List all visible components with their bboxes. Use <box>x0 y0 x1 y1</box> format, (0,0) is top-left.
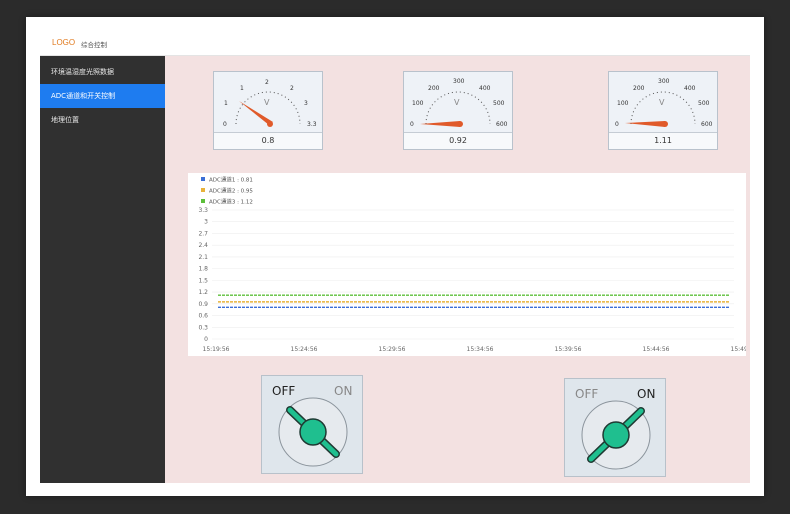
gauge-tick-label: 500 <box>698 100 710 107</box>
gauge-tick-label: 0 <box>410 121 414 128</box>
sidebar-item-environment-data[interactable]: 环境温湿度光照数据 <box>40 60 165 84</box>
sidebar-item-location[interactable]: 地理位置 <box>40 108 165 132</box>
gauge-dial: 0 100 200 300 400 500 600 V <box>410 78 508 128</box>
gauge-needle <box>420 121 460 127</box>
gauge-tick-label: 400 <box>684 85 696 92</box>
gauge-tick-label: 200 <box>633 85 645 92</box>
y-tick-label: 3 <box>204 219 208 226</box>
voltage-gauge-2: 0 100 200 300 400 500 600 V 0.92 <box>403 71 513 150</box>
y-tick-label: 1.8 <box>198 266 208 273</box>
gauge-tick-label: 600 <box>496 121 508 128</box>
legend-swatch <box>201 188 205 192</box>
gauge-tick-label: 3.3 <box>307 121 317 128</box>
y-tick-label: 2.4 <box>198 242 208 249</box>
voltage-gauge-3: 0 100 200 300 400 500 600 V 1.11 <box>608 71 718 150</box>
gauge-tick-label: 0 <box>615 121 619 128</box>
gauge-tick-label: 300 <box>453 78 465 85</box>
gauge-value: 0.92 <box>404 132 512 149</box>
gauge-tick-label: 1 <box>240 85 244 92</box>
logo: LOGO <box>52 38 76 47</box>
gauge-tick-label: 400 <box>479 85 491 92</box>
gauge-value: 1.11 <box>609 132 717 149</box>
switch-2[interactable]: OFF ON <box>564 378 666 477</box>
gauge-tick-label: 2 <box>265 79 269 86</box>
x-tick-label: 15:19:56 <box>203 346 230 353</box>
gauge-dial: 0 1 1 2 2 3 3.3 V <box>223 79 317 128</box>
gauge-tick-label: 1 <box>224 100 228 107</box>
gauge-tick-label: 200 <box>428 85 440 92</box>
legend-entry: ADC通道1 : 0.81 <box>209 176 253 184</box>
sidebar: 环境温湿度光照数据 ADC通道和开关控制 地理位置 <box>40 56 165 483</box>
y-tick-label: 1.2 <box>198 289 208 296</box>
legend-entry: ADC通道2 : 0.95 <box>209 187 253 195</box>
y-tick-label: 0.9 <box>198 301 208 308</box>
gauge-tick-label: 100 <box>617 100 629 107</box>
adc-line-chart: ADC通道1 : 0.81 ADC通道2 : 0.95 ADC通道3 : 1.12 3… <box>188 173 758 356</box>
voltage-gauge-1: 0 1 1 2 2 3 3.3 V 0.8 <box>213 71 323 150</box>
gauge-tick-label: 2 <box>290 85 294 92</box>
gauge-unit: V <box>264 98 270 107</box>
y-tick-label: 0 <box>204 336 208 343</box>
y-tick-label: 0.6 <box>198 313 208 320</box>
gauge-tick-label: 300 <box>658 78 670 85</box>
gauge-unit: V <box>659 98 665 107</box>
y-tick-label: 3.3 <box>198 207 208 214</box>
x-tick-label: 15:39:56 <box>555 346 582 353</box>
page-title: 综合控制 <box>81 41 107 49</box>
legend-swatch <box>201 177 205 181</box>
x-tick-label: 15:29:56 <box>379 346 406 353</box>
x-tick-label: 15:34:56 <box>467 346 494 353</box>
legend-entry: ADC通道3 : 1.12 <box>209 198 253 206</box>
gauge-dial: 0 100 200 300 400 500 600 V <box>615 78 713 128</box>
gauge-tick-label: 500 <box>493 100 505 107</box>
sidebar-item-adc-switch-control[interactable]: ADC通道和开关控制 <box>40 84 165 108</box>
y-tick-label: 1.5 <box>198 277 208 284</box>
y-tick-label: 2.1 <box>198 254 208 261</box>
gauge-tick-label: 100 <box>412 100 424 107</box>
header-bar: LOGO 综合控制 <box>40 32 750 56</box>
gauge-tick-label: 0 <box>223 121 227 128</box>
y-tick-label: 0.3 <box>198 324 208 331</box>
switch-1[interactable]: OFF ON <box>261 375 363 474</box>
switch-knob-icon <box>278 397 348 467</box>
x-tick-label: 15:44:56 <box>643 346 670 353</box>
legend-swatch <box>201 199 205 203</box>
gauge-tick-label: 600 <box>701 121 713 128</box>
gauge-unit: V <box>454 98 460 107</box>
gauge-tick-label: 3 <box>304 100 308 107</box>
chart-svg: ADC通道1 : 0.81ADC通道2 : 0.95ADC通道3 : 1.123… <box>198 176 757 354</box>
gauge-value: 0.8 <box>214 132 322 149</box>
x-tick-label: 15:24:56 <box>291 346 318 353</box>
x-tick-label: 15:49:56 <box>731 346 746 353</box>
switch-knob-icon <box>581 400 651 470</box>
y-tick-label: 2.7 <box>198 230 208 237</box>
